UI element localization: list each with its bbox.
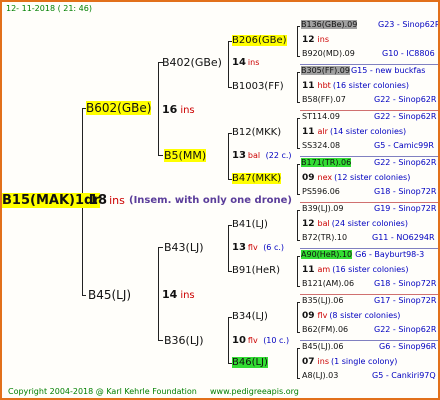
gen3-queen-2: B1003(FF) bbox=[232, 81, 284, 92]
root-name: B15(MAK)1dr bbox=[2, 193, 100, 208]
gen4-row-3: B920(MD).09 G10 - IC8806 bbox=[302, 49, 435, 58]
gen4-row-12: PS596.06 G18 - Sinop72R bbox=[302, 187, 437, 196]
gen4-row-15: B72(TR).10 G11 - NO6294R bbox=[302, 233, 435, 242]
gen4-row-6: B58(FF).07 G22 - Sinop62R bbox=[302, 95, 437, 104]
gen2-queen-2: B5(MM) bbox=[164, 149, 207, 162]
gen4-row-2: 12 ins bbox=[302, 35, 329, 45]
gen4-row-1: B136(GBe).09 G23 - Sinop62R bbox=[301, 20, 440, 29]
gen4-row-16: A90(HeR).10 G6 - Bayburt98-3 bbox=[301, 250, 425, 259]
root-queen: B15(MAK)1dr bbox=[2, 193, 100, 208]
gen1-insemination-2: 14 ins bbox=[162, 288, 195, 301]
gen4-row-18: B121(AM).06 G18 - Sinop72R bbox=[302, 279, 437, 288]
gen4-row-23: 07 ins (1 single colony) bbox=[302, 357, 398, 367]
gen3-queen-6: B91(HeR) bbox=[232, 265, 281, 276]
gen4-row-4: B305(FF).09G15 - new buckfas bbox=[301, 66, 426, 75]
gen1-queen-1: B602(GBe) bbox=[86, 101, 152, 115]
gen2-insemination-3: 13 flv (6 c.) bbox=[232, 242, 285, 253]
gen4-row-11: 09 nex (12 sister colonies) bbox=[302, 173, 411, 183]
footer-website-link[interactable]: www.pedigreeapis.org bbox=[210, 388, 299, 396]
footer-copyright: Copyright 2004-2018 @ Karl Kehrle Founda… bbox=[8, 387, 197, 396]
gen4-row-20: 09 flv (8 sister colonies) bbox=[302, 311, 401, 321]
gen1-queen-2: B45(LJ) bbox=[88, 288, 132, 302]
gen2-insemination-1: 14 ins bbox=[232, 57, 260, 68]
report-date: 12- 11-2018 ( 21: 46) bbox=[6, 4, 92, 13]
gen3-queen-3: B12(MKK) bbox=[232, 127, 282, 138]
gen3-queen-4: B47(MKK) bbox=[232, 173, 282, 184]
gen4-row-5: 11 hbt (16 sister colonies) bbox=[302, 81, 410, 91]
gen2-insemination-2: 13 bal (22 c.) bbox=[232, 150, 292, 161]
root-insemination-note: (Insem. with only one drone) bbox=[129, 195, 292, 206]
gen2-queen-3: B43(LJ) bbox=[164, 241, 204, 254]
gen4-row-21: B62(FM).06 G22 - Sinop62R bbox=[302, 325, 437, 334]
gen3-queen-5: B41(LJ) bbox=[232, 219, 268, 230]
root-insemination: 18 ins bbox=[89, 193, 125, 208]
gen1-insemination-1: 16 ins bbox=[162, 103, 195, 116]
gen4-row-7: ST114.09 G22 - Sinop62R bbox=[302, 112, 437, 121]
gen4-row-24: A8(LJ).03 G5 - Cankiri97Q bbox=[302, 371, 436, 380]
gen2-insemination-4: 10 flv (10 c.) bbox=[232, 335, 290, 346]
gen2-queen-1: B402(GBe) bbox=[162, 56, 222, 69]
gen3-queen-1: B206(GBe) bbox=[232, 35, 287, 46]
gen4-row-13: B39(LJ).09 G19 - Sinop72R bbox=[302, 204, 437, 213]
gen3-queen-8: B46(LJ) bbox=[232, 357, 268, 368]
gen4-row-10: B171(TR).06 G22 - Sinop62R bbox=[301, 158, 437, 167]
gen2-queen-4: B36(LJ) bbox=[164, 334, 204, 347]
gen4-row-9: SS324.08 G5 - Camic99R bbox=[302, 141, 434, 150]
gen4-row-19: B35(LJ).06 G17 - Sinop72R bbox=[302, 296, 437, 305]
gen4-row-14: 12 bal (24 sister colonies) bbox=[302, 219, 408, 229]
gen4-row-22: B45(LJ).06 G6 - Sinop96R bbox=[302, 342, 437, 351]
gen4-row-17: 11 am (16 sister colonies) bbox=[302, 265, 409, 275]
pedigree-chart: 12- 11-2018 ( 21: 46) B15(MAK)1dr 18 ins… bbox=[0, 0, 440, 400]
gen3-queen-7: B34(LJ) bbox=[232, 311, 268, 322]
gen4-row-8: 11 alr (14 sister colonies) bbox=[302, 127, 407, 137]
